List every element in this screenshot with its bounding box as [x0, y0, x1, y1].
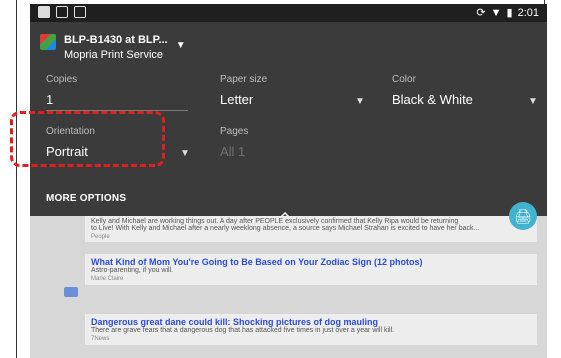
badge-icon [64, 287, 78, 297]
chevron-down-icon: ▼ [175, 40, 186, 51]
news-subtitle-2: Astro-parenting, if you will. [91, 267, 174, 274]
news-subtitle-3: There are grave fears that a dangerous d… [91, 327, 395, 334]
paper-size-value[interactable]: Letter [220, 92, 253, 107]
print-service: Mopria Print Service [64, 49, 164, 61]
more-options-button[interactable]: MORE OPTIONS [46, 193, 126, 204]
battery-icon: ▮ [506, 7, 513, 19]
paper-size-label: Paper size [220, 74, 268, 85]
printer-icon: 🖨 [514, 207, 532, 224]
printer-text: BLP-B1430 at BLP... Mopria Print Service [64, 34, 168, 61]
left-border [0, 0, 17, 358]
copies-input[interactable]: 1 [46, 92, 53, 107]
status-right: ⟳ ▼ ▮ 2:01 [476, 6, 539, 20]
news-item-2: What Kind of Mom You're Going to Be Base… [85, 254, 537, 285]
color-label: Color [392, 74, 416, 85]
status-bar: ⟳ ▼ ▮ 2:01 [30, 4, 547, 22]
news-title-3: Dangerous great dane could kill: Shockin… [91, 317, 379, 327]
phone-screen: ⟳ ▼ ▮ 2:01 BLP-B1430 at BLP... Mopria Pr… [30, 4, 547, 358]
news-source-2: Marie Claire [91, 276, 124, 282]
frame: ⟳ ▼ ▮ 2:01 BLP-B1430 at BLP... Mopria Pr… [0, 0, 561, 358]
news-line-1: Kelly and Michael are working things out… [91, 218, 459, 225]
status-left-icons [38, 6, 86, 18]
news-item-1: Kelly and Michael are working things out… [85, 216, 537, 242]
print-fab[interactable]: 🖨 [509, 202, 537, 230]
sync-icon: ⟳ [476, 7, 486, 19]
orientation-highlight-annotation [10, 111, 165, 167]
news-title-2: What Kind of Mom You're Going to Be Base… [91, 257, 423, 267]
printer-name: BLP-B1430 at BLP... [64, 34, 168, 46]
notification-icon [38, 6, 50, 18]
pages-label: Pages [220, 126, 249, 137]
wifi-icon: ▼ [490, 6, 502, 19]
printer-selector[interactable]: BLP-B1430 at BLP... Mopria Print Service… [40, 34, 186, 61]
copies-label: Copies [46, 74, 78, 85]
document-preview: Kelly and Michael are working things out… [30, 216, 547, 358]
color-value[interactable]: Black & White [392, 92, 473, 107]
news-source-1: People [91, 234, 110, 240]
pages-value: All 1 [220, 144, 246, 159]
color-chevron-icon[interactable]: ▼ [528, 96, 538, 107]
news-item-3: Dangerous great dane could kill: Shockin… [85, 314, 537, 345]
news-line-2: to Live! With Kelly and Michael after a … [91, 225, 480, 232]
paper-size-chevron-icon[interactable]: ▼ [355, 96, 365, 107]
message-icon [56, 6, 68, 18]
orientation-chevron-icon[interactable]: ▼ [180, 148, 190, 159]
download-icon [74, 6, 86, 18]
mopria-logo-icon [40, 34, 56, 50]
news-source-3: 7News [91, 336, 110, 342]
time: 2:01 [517, 6, 539, 19]
